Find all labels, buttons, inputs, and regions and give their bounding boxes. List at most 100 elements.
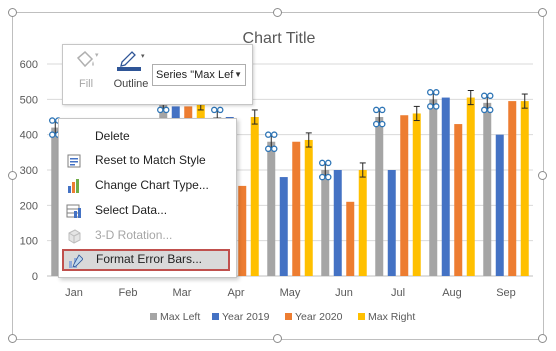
bar-max-left[interactable]	[483, 102, 492, 276]
series-select-dropdown[interactable]: Series "Max Lef ▼	[152, 64, 246, 86]
chevron-down-icon: ▼	[234, 70, 242, 79]
selection-handle[interactable]	[486, 92, 494, 100]
reset-style-icon	[67, 154, 81, 168]
outline-pen-icon: ▾	[117, 51, 145, 71]
x-tick-label: Jan	[65, 287, 83, 299]
paint-bucket-icon: ▾	[76, 50, 99, 68]
bar-year-2019[interactable]	[441, 97, 450, 276]
format-error-bars-icon	[69, 254, 83, 268]
selection-handle[interactable]	[372, 120, 380, 128]
selection-handle[interactable]	[378, 106, 386, 114]
x-tick-label: Aug	[442, 287, 462, 299]
legend-label[interactable]: Year 2020	[295, 311, 343, 323]
svg-text:▾: ▾	[95, 52, 99, 59]
rotation-3d-icon	[68, 229, 81, 244]
menu-item-format-error-bars[interactable]: Format Error Bars...	[62, 249, 230, 271]
legend[interactable]: Max Left Year 2019 Year 2020 Max Right	[150, 311, 415, 323]
bar-max-right[interactable]	[358, 170, 367, 276]
x-tick-label: Sep	[496, 287, 516, 299]
y-tick-label: 300	[20, 165, 38, 177]
y-tick-label: 100	[20, 236, 38, 248]
bar-year-2020[interactable]	[400, 115, 409, 276]
bar-year-2020[interactable]	[508, 101, 517, 276]
selection-handle[interactable]	[318, 159, 326, 167]
selection-handle[interactable]	[264, 145, 272, 153]
selection-handle[interactable]	[318, 173, 326, 181]
y-tick-label: 500	[20, 94, 38, 106]
bar-year-2020[interactable]	[346, 201, 355, 276]
outline-label: Outline	[113, 78, 149, 90]
x-tick-label: Jun	[335, 287, 353, 299]
bar-max-left[interactable]	[267, 141, 276, 276]
delete-icon	[66, 129, 82, 145]
bar-max-right[interactable]	[250, 117, 259, 276]
selection-handle[interactable]	[324, 159, 332, 167]
chart-title[interactable]: Chart Title	[243, 30, 316, 47]
selection-handle[interactable]	[432, 103, 440, 110]
selection-handle[interactable]	[486, 106, 494, 114]
legend-swatch	[212, 313, 219, 320]
select-data-icon	[66, 204, 81, 218]
y-tick-label: 200	[20, 200, 38, 212]
selection-handle[interactable]	[432, 89, 440, 96]
x-tick-label: Feb	[119, 287, 138, 299]
selection-handle[interactable]	[270, 131, 278, 138]
y-tick-label: 600	[20, 59, 38, 71]
y-tick-label: 0	[32, 271, 38, 283]
legend-label[interactable]: Max Left	[160, 311, 200, 323]
selection-handle[interactable]	[270, 145, 278, 153]
legend-swatch	[150, 313, 157, 320]
selection-handle[interactable]	[426, 103, 434, 110]
bar-year-2020[interactable]	[454, 124, 463, 276]
selection-handle[interactable]	[426, 89, 434, 96]
legend-swatch	[358, 313, 365, 320]
bar-year-2020[interactable]	[238, 185, 247, 276]
selection-handle[interactable]	[480, 106, 488, 114]
selection-handle[interactable]	[324, 173, 332, 181]
x-axis-tick-labels: Jan Feb Mar Apr May Jun Jul Aug Sep	[65, 287, 516, 299]
mini-toolbar: ▾ Fill ▾ Outline Series "Max Lef ▼	[62, 44, 253, 105]
legend-label[interactable]: Max Right	[368, 311, 415, 323]
bar-max-left[interactable]	[429, 99, 438, 276]
menu-item-select-data[interactable]: Select Data...	[60, 200, 233, 222]
legend-label[interactable]: Year 2019	[222, 311, 270, 323]
y-tick-label: 400	[20, 130, 38, 142]
x-tick-label: Jul	[391, 287, 405, 299]
selection-handle[interactable]	[210, 106, 218, 114]
menu-item-reset-style[interactable]: Reset to Match Style	[60, 150, 233, 172]
selection-handle[interactable]	[378, 120, 386, 128]
fill-label: Fill	[78, 78, 94, 90]
bar-max-left[interactable]	[375, 117, 384, 276]
legend-swatch	[285, 313, 292, 320]
series-select-value: Series "Max Lef	[156, 69, 234, 81]
chart-type-icon	[68, 179, 79, 193]
x-tick-label: May	[280, 287, 301, 299]
bar-year-2019[interactable]	[333, 170, 342, 276]
selection-handle[interactable]	[162, 106, 170, 114]
context-menu: Delete Reset to Match Style Change Chart…	[58, 118, 237, 278]
menu-item-change-chart-type[interactable]: Change Chart Type...	[60, 175, 233, 197]
y-axis-tick-labels: 0 100 200 300 400 500 600	[20, 59, 38, 283]
selection-handle[interactable]	[49, 131, 56, 138]
bar-year-2019[interactable]	[279, 177, 288, 276]
bar-year-2020[interactable]	[292, 141, 301, 276]
bar-max-left[interactable]	[321, 170, 330, 276]
menu-item-3d-rotation[interactable]: 3-D Rotation...	[60, 225, 233, 247]
bar-max-right[interactable]	[304, 139, 313, 276]
bar-year-2019[interactable]	[387, 170, 396, 276]
selection-handle[interactable]	[156, 106, 164, 114]
bar-max-right[interactable]	[412, 113, 421, 276]
outline-button[interactable]: ▾ Outline	[111, 49, 151, 90]
selection-handle[interactable]	[480, 92, 488, 100]
bar-year-2019[interactable]	[495, 134, 504, 276]
selection-handle[interactable]	[372, 106, 380, 114]
x-tick-label: Mar	[173, 287, 192, 299]
menu-item-delete[interactable]: Delete	[60, 126, 233, 148]
bar-max-right[interactable]	[466, 97, 475, 276]
selection-handle[interactable]	[264, 131, 272, 138]
bar-max-right[interactable]	[520, 101, 529, 276]
selection-handle[interactable]	[49, 117, 56, 124]
svg-text:▾: ▾	[141, 53, 145, 60]
selection-handle[interactable]	[216, 106, 224, 114]
fill-button[interactable]: ▾ Fill	[69, 49, 103, 90]
